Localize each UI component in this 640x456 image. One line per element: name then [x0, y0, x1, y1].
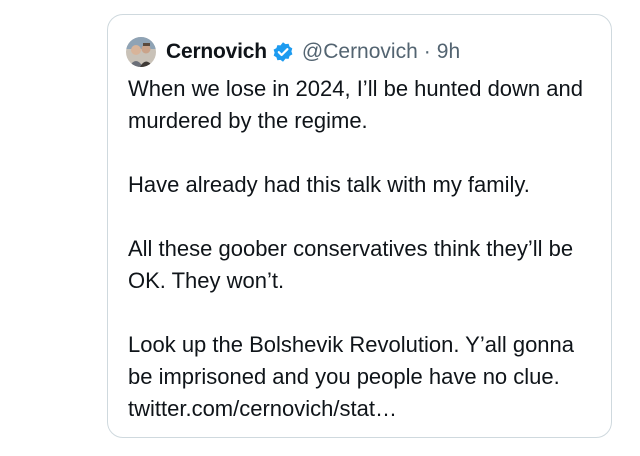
- quoted-tweet-card[interactable]: Cernovich @Cernovich · 9h When we lose i…: [107, 14, 612, 438]
- user-handle[interactable]: @Cernovich: [302, 40, 418, 64]
- profile-photo-icon: [126, 37, 156, 67]
- tweet-paragraph: All these goober conservatives think the…: [128, 236, 574, 293]
- tweet-paragraph: When we lose in 2024, I’ll be hunted dow…: [128, 76, 583, 133]
- tweet-paragraph: Have already had this talk with my famil…: [128, 172, 530, 197]
- timestamp[interactable]: 9h: [437, 40, 460, 64]
- tweet-header: Cernovich @Cernovich · 9h: [126, 37, 460, 67]
- tweet-text: When we lose in 2024, I’ll be hunted dow…: [128, 73, 603, 425]
- display-name[interactable]: Cernovich: [166, 40, 267, 64]
- separator-dot: ·: [423, 40, 431, 63]
- avatar[interactable]: [126, 37, 156, 67]
- tweet-paragraph: Look up the Bolshevik Revolution. Y’all …: [128, 332, 575, 421]
- verified-badge-icon: [272, 41, 294, 63]
